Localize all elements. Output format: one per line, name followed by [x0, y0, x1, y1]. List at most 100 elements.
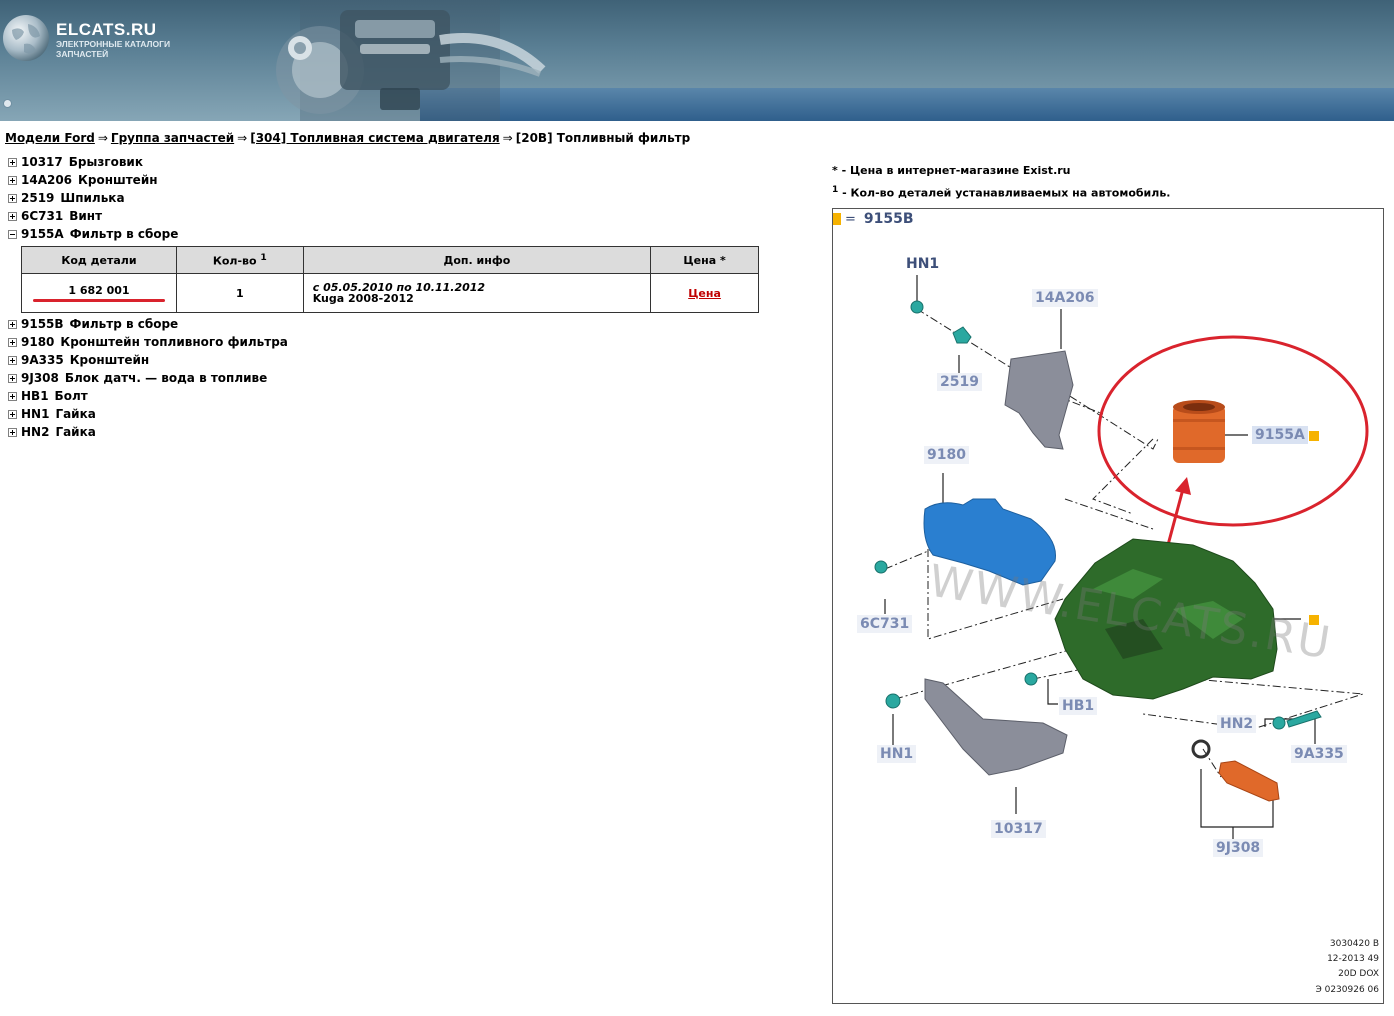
tree-item-name: Кронштейн [69, 353, 150, 367]
globe-logo-icon [3, 15, 49, 61]
tree-item-2519[interactable]: 2519 Шпилька [8, 190, 125, 206]
tree-item-code: 2519 [21, 191, 55, 205]
banner-nav-dot[interactable] [3, 99, 12, 108]
expand-icon[interactable] [8, 193, 17, 203]
expand-icon[interactable] [8, 391, 17, 401]
part-code-cell: 1 682 001 [21, 273, 177, 313]
expand-icon[interactable] [8, 337, 17, 347]
tree-item-9180[interactable]: 9180 Кронштейн топливного фильтра [8, 334, 288, 350]
drawing-stamp-4: Э 0230926 06 [1315, 985, 1379, 995]
engine-illustration [276, 0, 546, 121]
tree-item-9155a[interactable]: 9155A Фильтр в сборе [8, 226, 178, 242]
part-info: с 05.05.2010 по 10.11.2012 Kuga 2008-201… [302, 273, 652, 313]
qty-note: 1 - Кол-во деталей устанавливаемых на ав… [832, 185, 1170, 200]
label-9155a[interactable]: 9155A [1252, 426, 1308, 444]
part-model: Kuga 2008-2012 [312, 292, 414, 305]
tree-item-code: HB1 [21, 389, 49, 403]
tree-item-name: Кронштейн [78, 173, 158, 187]
tree-item-code: 10317 [21, 155, 63, 169]
col-header-qty: Кол-во 1 [175, 246, 304, 274]
expand-icon[interactable] [8, 373, 17, 383]
tree-item-name: Блок датч. — вода в топливе [64, 371, 268, 385]
tree-item-code: 9J308 [21, 371, 59, 385]
tree-item-code: 6C731 [21, 209, 64, 223]
label-hn1-bottom[interactable]: HN1 [877, 745, 917, 763]
tree-item-code: 9155A [21, 227, 64, 241]
brand-name: ELCATS.RU [56, 20, 157, 39]
label-hn1-top[interactable]: HN1 [903, 255, 942, 273]
tree-item-9a335[interactable]: 9A335 Кронштейн [8, 352, 149, 368]
tree-item-hn2[interactable]: HN2 Гайка [8, 424, 96, 440]
col-header-price: Цена * [650, 246, 759, 274]
tree-item-hn1[interactable]: HN1 Гайка [8, 406, 96, 422]
breadcrumb-system-link[interactable]: [304] Топливная система двигателя [250, 131, 499, 145]
label-hb1[interactable]: HB1 [1059, 697, 1098, 715]
tree-item-name: Болт [54, 389, 88, 403]
marker-9155b-icon[interactable] [1309, 615, 1319, 625]
label-9180[interactable]: 9180 [924, 446, 969, 464]
tree-item-hb1[interactable]: HB1 Болт [8, 388, 88, 404]
tree-item-code: HN2 [21, 425, 50, 439]
price-note: * - Цена в интернет-магазине Exist.ru [832, 164, 1071, 177]
marker-9155a-icon[interactable] [1309, 431, 1319, 441]
label-6c731[interactable]: 6C731 [857, 615, 913, 633]
brand-tagline: ЭЛЕКТРОННЫЕ КАТАЛОГИ ЗАПЧАСТЕЙ [56, 39, 170, 59]
breadcrumb-models-link[interactable]: Модели Ford [5, 131, 95, 145]
breadcrumb-separator: ⇒ [97, 131, 108, 145]
collapse-icon[interactable] [8, 229, 17, 239]
tree-item-10317[interactable]: 10317 Брызговик [8, 154, 143, 170]
banner-stripe [420, 88, 1394, 121]
part-qty: 1 [175, 273, 304, 313]
expand-icon[interactable] [8, 319, 17, 329]
drawing-stamp-3: 20D DOX [1338, 969, 1379, 979]
expand-icon[interactable] [8, 409, 17, 419]
tree-item-code: 9155B [21, 317, 64, 331]
tree-item-9j308[interactable]: 9J308 Блок датч. — вода в топливе [8, 370, 267, 386]
expand-icon[interactable] [8, 427, 17, 437]
table-row: 1 682 001 1 с 05.05.2010 по 10.11.2012 K… [21, 273, 759, 313]
tree-item-9155b[interactable]: 9155B Фильтр в сборе [8, 316, 178, 332]
tagline-line-1: ЭЛЕКТРОННЫЕ КАТАЛОГИ [56, 39, 171, 49]
breadcrumb-group-link[interactable]: Группа запчастей [111, 131, 234, 145]
label-9a335[interactable]: 9A335 [1291, 745, 1347, 763]
expand-icon[interactable] [8, 355, 17, 365]
col-header-info: Доп. инфо [302, 246, 652, 274]
breadcrumb-current: [20B] Топливный фильтр [515, 131, 691, 145]
col-header-qty-label: Кол-во [212, 254, 257, 268]
filter-9155a-part [1173, 400, 1225, 463]
tree-item-code: 14A206 [21, 173, 73, 187]
label-2519[interactable]: 2519 [937, 373, 982, 391]
part-details-table: Код детали Кол-во 1 Доп. инфо Цена * 1 6… [21, 246, 759, 313]
tree-item-code: HN1 [21, 407, 50, 421]
part-code: 1 682 001 [68, 284, 130, 297]
part-price-cell: Цена [650, 273, 759, 313]
tagline-line-2: ЗАПЧАСТЕЙ [56, 49, 109, 59]
expand-icon[interactable] [8, 157, 17, 167]
breadcrumb-separator: ⇒ [237, 131, 248, 145]
col-header-qty-sup: 1 [260, 252, 267, 264]
tree-item-code: 9A335 [21, 353, 64, 367]
tree-item-14a206[interactable]: 14A206 Кронштейн [8, 172, 158, 188]
drawing-stamp-2: 12-2013 49 [1327, 954, 1379, 964]
highlight-underline [32, 299, 165, 302]
expand-icon[interactable] [8, 175, 17, 185]
highlight-circle [1097, 335, 1369, 527]
tree-item-name: Гайка [55, 407, 96, 421]
label-9j308[interactable]: 9J308 [1213, 839, 1264, 857]
col-header-code: Код детали [21, 246, 177, 274]
qty-note-sup: 1 [832, 185, 839, 195]
table-header-row: Код детали Кол-во 1 Доп. инфо Цена * [21, 246, 759, 274]
parts-diagram: = 9155B WWW.ELCATS.RU HN1 14A206 2519 91… [832, 208, 1384, 1004]
tree-item-name: Кронштейн топливного фильтра [60, 335, 288, 349]
label-14a206[interactable]: 14A206 [1032, 289, 1098, 307]
expand-icon[interactable] [8, 211, 17, 221]
tree-item-name: Винт [69, 209, 103, 223]
tree-item-6c731[interactable]: 6C731 Винт [8, 208, 102, 224]
breadcrumb: Модели Ford ⇒ Группа запчастей ⇒ [304] Топли… [5, 131, 690, 145]
label-10317[interactable]: 10317 [991, 820, 1046, 838]
price-link[interactable]: Цена [688, 287, 721, 300]
tree-item-name: Шпилька [60, 191, 125, 205]
label-hn2[interactable]: HN2 [1217, 715, 1257, 733]
drawing-stamp-1: 3030420 B [1329, 939, 1379, 949]
tree-item-code: 9180 [21, 335, 55, 349]
